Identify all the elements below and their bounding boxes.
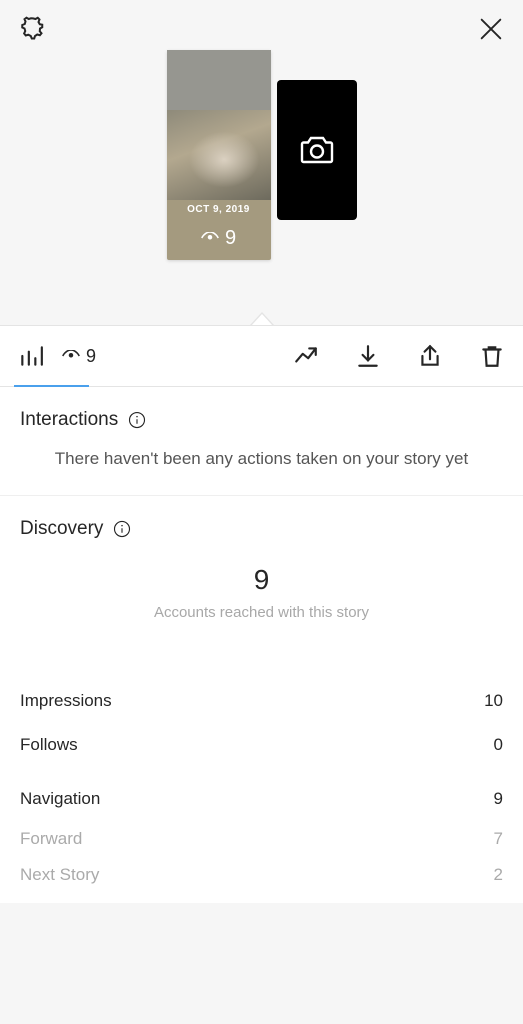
metric-label: Navigation (20, 789, 100, 809)
close-icon[interactable] (477, 15, 505, 43)
download-icon[interactable] (355, 343, 381, 369)
discovery-section: Discovery 9 Accounts reached with this s… (0, 496, 523, 651)
story-thumbnail[interactable]: OCT 9, 2019 9 (167, 50, 271, 260)
interactions-section: Interactions There haven't been any acti… (0, 387, 523, 496)
reach-count: 9 (20, 564, 503, 596)
metric-label: Forward (20, 829, 82, 849)
add-story-camera[interactable] (277, 80, 357, 220)
info-icon[interactable] (128, 411, 146, 429)
settings-icon[interactable] (18, 14, 48, 44)
interactions-empty-message: There haven't been any actions taken on … (20, 447, 503, 471)
discovery-title: Discovery (20, 518, 103, 540)
metric-row-forward: Forward 7 (20, 821, 503, 857)
reach-label: Accounts reached with this story (20, 604, 503, 621)
promote-icon[interactable] (293, 343, 319, 369)
story-thumbnails: OCT 9, 2019 9 (167, 50, 357, 260)
delete-icon[interactable] (479, 343, 505, 369)
metric-value: 2 (494, 865, 503, 885)
interactions-title: Interactions (20, 409, 118, 431)
metric-row-navigation: Navigation 9 (20, 777, 503, 821)
story-date: OCT 9, 2019 (167, 204, 271, 215)
metric-value: 0 (494, 735, 503, 755)
story-header-region: OCT 9, 2019 9 (0, 0, 523, 325)
story-view-count: 9 (225, 227, 236, 250)
eye-icon (62, 350, 80, 362)
toolbar-view-count: 9 (86, 346, 96, 367)
metric-label: Next Story (20, 865, 99, 885)
metric-value: 10 (484, 691, 503, 711)
share-icon[interactable] (417, 343, 443, 369)
metric-row-next-story: Next Story 2 (20, 857, 503, 893)
info-icon[interactable] (113, 520, 131, 538)
metric-row-impressions: Impressions 10 (20, 679, 503, 723)
metric-label: Impressions (20, 691, 112, 711)
views-count-tab[interactable]: 9 (62, 346, 96, 367)
metric-value: 9 (494, 789, 503, 809)
eye-icon (201, 228, 219, 249)
insights-toolbar: 9 (0, 325, 523, 387)
metrics-list: Impressions 10 Follows 0 Navigation 9 Fo… (0, 651, 523, 903)
metric-row-follows: Follows 0 (20, 723, 503, 767)
insights-tab-icon[interactable] (18, 343, 44, 369)
metric-label: Follows (20, 735, 78, 755)
metric-value: 7 (494, 829, 503, 849)
active-tab-underline (14, 385, 89, 387)
